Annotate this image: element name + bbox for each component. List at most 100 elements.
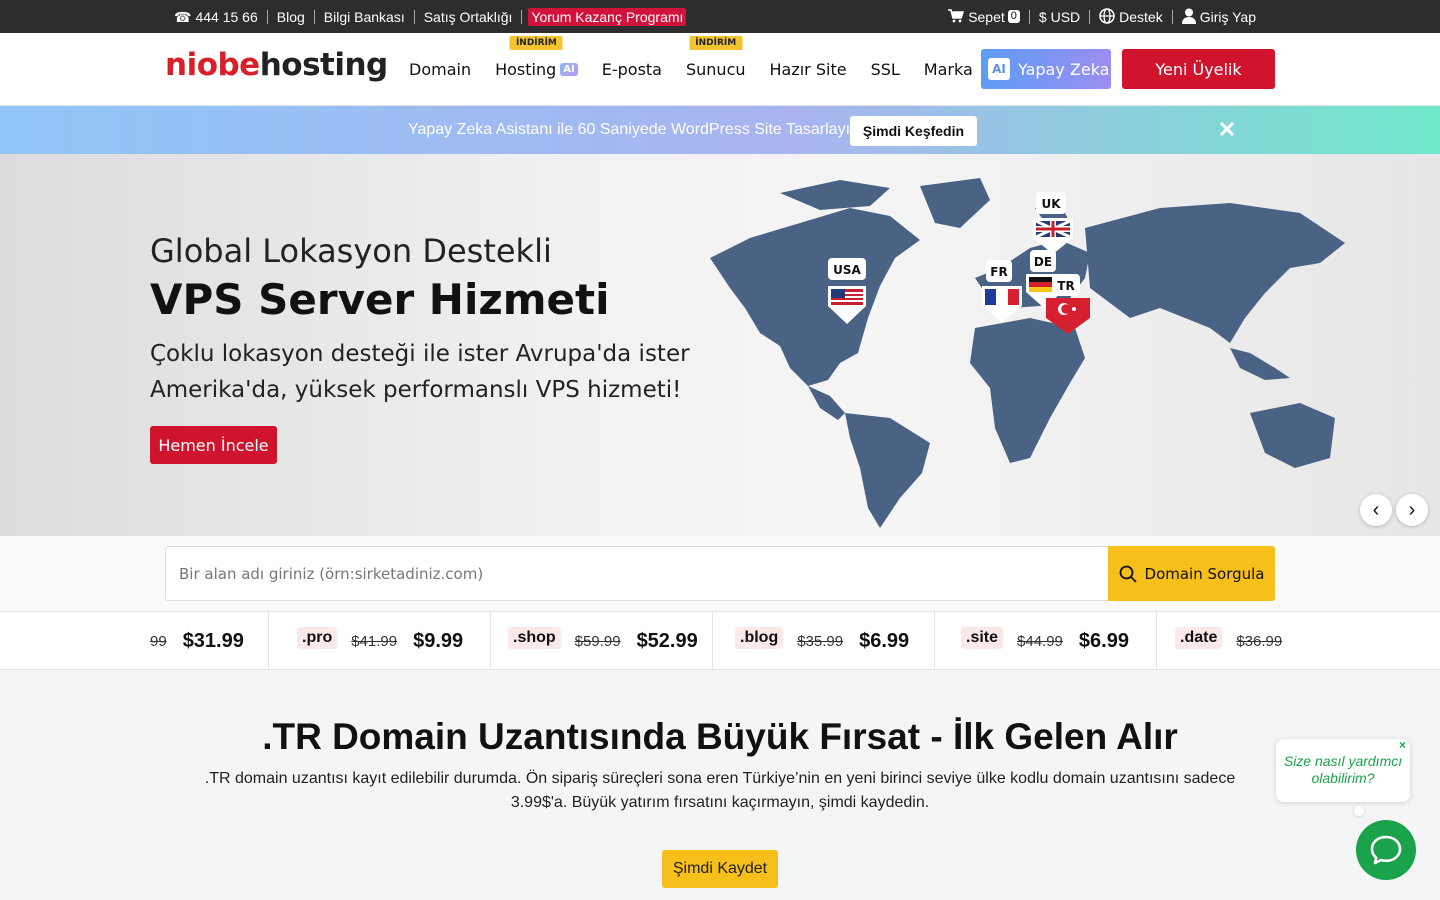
nav-ssl-label: SSL bbox=[870, 60, 900, 79]
cart-count-badge: 0 bbox=[1007, 10, 1020, 23]
slider-next-button[interactable]: › bbox=[1396, 494, 1428, 526]
tld-item[interactable]: .blog $35.99 $6.99 bbox=[713, 612, 935, 669]
domain-search-button[interactable]: Domain Sorgula bbox=[1108, 546, 1275, 601]
review-program-label: Yorum Kazanç Programı bbox=[528, 7, 687, 26]
knowledge-base-label: Bilgi Bankası bbox=[323, 8, 405, 25]
nav-domain[interactable]: Domain bbox=[397, 33, 483, 106]
tld-old-price: $44.99 bbox=[1017, 633, 1063, 650]
review-program-link[interactable]: Yorum Kazanç Programı bbox=[522, 7, 695, 26]
chevron-right-icon: › bbox=[1408, 498, 1416, 521]
cart-icon bbox=[948, 8, 965, 25]
cart-link[interactable]: Sepet 0 bbox=[939, 8, 1030, 25]
ai-chip-icon: AI bbox=[560, 63, 578, 76]
top-bar-right: Sepet 0 $ USD Destek Giriş Yap bbox=[939, 0, 1265, 33]
tld-old-price: $36.99 bbox=[1236, 633, 1283, 650]
tr-section-title: .TR Domain Uzantısında Büyük Fırsat - İl… bbox=[262, 716, 1178, 757]
label-de: DE bbox=[1034, 255, 1052, 269]
chat-icon bbox=[1370, 835, 1402, 865]
phone-icon: ☎ bbox=[174, 8, 192, 25]
nav-brand[interactable]: Marka bbox=[912, 33, 985, 106]
blog-link[interactable]: Blog bbox=[268, 8, 315, 25]
tld-item[interactable]: .site $44.99 $6.99 bbox=[935, 612, 1157, 669]
phone-number: 444 15 66 bbox=[195, 8, 258, 25]
promo-banner: Yapay Zeka Asistanı ile 60 Saniyede Word… bbox=[0, 106, 1440, 154]
affiliate-label: Satış Ortaklığı bbox=[423, 8, 513, 25]
logo[interactable]: niobehosting bbox=[165, 47, 388, 83]
chat-greeting-bubble[interactable]: × Size nasıl yardımcı olabilirim? bbox=[1276, 737, 1410, 802]
hero-cta-label: Hemen İncele bbox=[158, 435, 269, 455]
tld-new-price: $9.99 bbox=[413, 630, 464, 652]
support-link[interactable]: Destek bbox=[1090, 7, 1173, 26]
tld-old-price: $35.99 bbox=[797, 633, 844, 650]
tld-price-strip: 99 $31.99 .pro $41.99 $9.99 .shop $59.99… bbox=[0, 611, 1440, 670]
hero-cta-button[interactable]: Hemen İncele bbox=[150, 426, 277, 464]
blog-label: Blog bbox=[276, 8, 305, 25]
nav-server[interactable]: İNDİRİM Sunucu bbox=[674, 33, 758, 106]
globe-icon bbox=[1099, 7, 1115, 26]
tld-new-price: $52.99 bbox=[636, 630, 698, 652]
tld-item[interactable]: .pro $41.99 $9.99 bbox=[269, 612, 491, 669]
label-fr: FR bbox=[990, 265, 1007, 279]
nav-server-label: Sunucu bbox=[685, 60, 746, 79]
ai-button[interactable]: AI Yapay Zeka bbox=[981, 49, 1111, 89]
cart-label: Sepet bbox=[968, 8, 1005, 25]
promo-button-label: Şimdi Keşfedin bbox=[862, 123, 965, 139]
phone-link[interactable]: ☎ 444 15 66 bbox=[165, 8, 268, 25]
register-now-button[interactable]: Şimdi Kaydet bbox=[662, 850, 778, 888]
ai-sparkle-icon: AI bbox=[988, 58, 1010, 80]
currency-selector[interactable]: $ USD bbox=[1030, 8, 1091, 25]
logo-part-niobe: niobe bbox=[165, 47, 260, 83]
chevron-left-icon: ‹ bbox=[1372, 498, 1380, 521]
close-icon[interactable]: × bbox=[1399, 737, 1406, 754]
tld-extension: .pro bbox=[297, 626, 338, 649]
tld-new-price: $6.99 bbox=[859, 630, 910, 652]
hero-description: Çoklu lokasyon desteği ile ister Avrupa'… bbox=[150, 341, 690, 403]
slider-prev-button[interactable]: ‹ bbox=[1360, 494, 1392, 526]
nav-ready-site[interactable]: Hazır Site bbox=[758, 33, 859, 106]
tld-extension: .blog bbox=[735, 626, 784, 649]
discount-badge: İNDİRİM bbox=[689, 36, 743, 50]
tld-old-price: $41.99 bbox=[351, 633, 398, 650]
tld-item[interactable]: 99 $31.99 bbox=[150, 612, 269, 669]
logo-part-hosting: hosting bbox=[259, 47, 389, 83]
hero-slider: Global Lokasyon Destekli VPS Server Hizm… bbox=[0, 154, 1440, 536]
top-bar: ☎ 444 15 66 Blog Bilgi Bankası Satış Ort… bbox=[0, 0, 1440, 33]
promo-discover-button[interactable]: Şimdi Keşfedin bbox=[850, 116, 977, 146]
nav-hosting-label: Hosting bbox=[495, 60, 557, 79]
main-nav: Domain İNDİRİM Hosting AI E-posta İNDİRİ… bbox=[397, 33, 985, 106]
tld-item[interactable]: .shop $59.99 $52.99 bbox=[491, 612, 713, 669]
hero-subtitle: Global Lokasyon Destekli bbox=[150, 232, 552, 270]
top-bar-left: ☎ 444 15 66 Blog Bilgi Bankası Satış Ort… bbox=[165, 0, 695, 33]
login-link[interactable]: Giriş Yap bbox=[1173, 8, 1265, 25]
chat-launcher-button[interactable] bbox=[1356, 820, 1416, 880]
chat-greeting-text: Size nasıl yardımcı olabilirim? bbox=[1283, 753, 1403, 786]
tld-item[interactable]: .date $36.99 bbox=[1157, 612, 1379, 669]
register-label: Yeni Üyelik bbox=[1155, 59, 1242, 79]
tld-extension: .site bbox=[961, 626, 1004, 649]
login-label: Giriş Yap bbox=[1199, 8, 1256, 25]
tld-new-price: $6.99 bbox=[1078, 630, 1129, 652]
search-icon bbox=[1119, 565, 1137, 583]
nav-ssl[interactable]: SSL bbox=[859, 33, 912, 106]
close-icon[interactable] bbox=[1219, 121, 1235, 137]
nav-brand-label: Marka bbox=[923, 60, 973, 79]
nav-hosting[interactable]: İNDİRİM Hosting AI bbox=[483, 33, 590, 106]
main-header: niobehosting Domain İNDİRİM Hosting AI E… bbox=[0, 33, 1440, 106]
register-button[interactable]: Yeni Üyelik bbox=[1122, 49, 1275, 89]
currency-label: $ USD bbox=[1038, 8, 1081, 25]
nav-email[interactable]: E-posta bbox=[590, 33, 674, 106]
label-usa: USA bbox=[833, 263, 861, 277]
label-tr: TR bbox=[1057, 279, 1074, 293]
tld-extension: .shop bbox=[508, 626, 561, 649]
tld-old-price: $59.99 bbox=[574, 633, 621, 650]
domain-search-input[interactable] bbox=[165, 546, 1109, 601]
knowledge-base-link[interactable]: Bilgi Bankası bbox=[315, 8, 415, 25]
promo-text: Yapay Zeka Asistanı ile 60 Saniyede Word… bbox=[408, 121, 859, 138]
tr-domain-section: .TR Domain Uzantısında Büyük Fırsat - İl… bbox=[0, 670, 1440, 900]
nav-ready-site-label: Hazır Site bbox=[769, 60, 847, 79]
tld-extension: .date bbox=[1175, 626, 1223, 649]
ai-button-label: Yapay Zeka bbox=[1018, 59, 1110, 79]
tld-old-price: 99 bbox=[150, 633, 167, 650]
affiliate-link[interactable]: Satış Ortaklığı bbox=[415, 8, 523, 25]
support-label: Destek bbox=[1119, 8, 1163, 25]
